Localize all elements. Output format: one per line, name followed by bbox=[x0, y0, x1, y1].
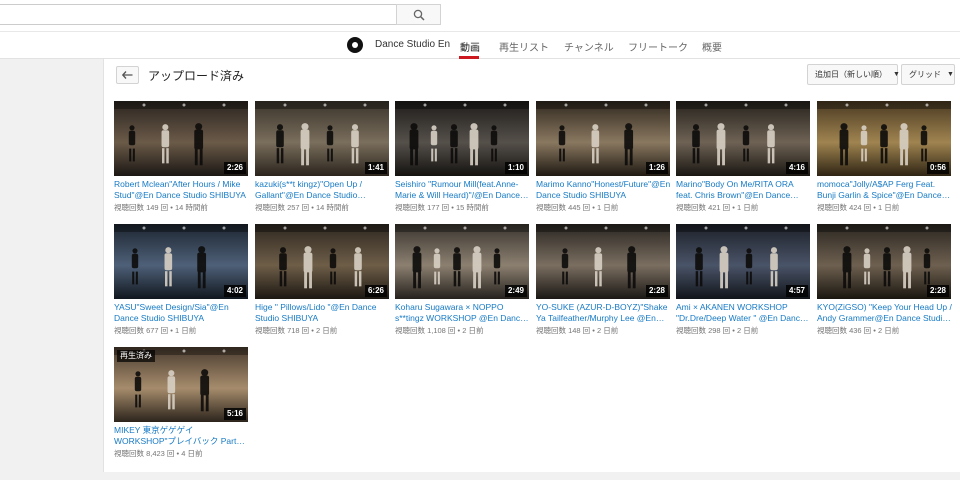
view-dropdown-label: グリッド bbox=[909, 70, 941, 79]
search-input[interactable] bbox=[0, 4, 397, 25]
video-card[interactable]: 4:16 Marino"Body On Me/RITA ORA feat. Chr… bbox=[676, 101, 812, 221]
video-meta: 視聴回数 149 回 • 14 時間前 bbox=[114, 203, 208, 212]
video-card[interactable]: 1:26 Marimo Kanno"Honest/Future"@En Dance… bbox=[536, 101, 672, 221]
video-title[interactable]: Koharu Sugawara × NOPPO s**tingz WORKSHO… bbox=[395, 302, 531, 324]
video-thumbnail[interactable]: 再生済み 5:16 bbox=[114, 347, 248, 422]
top-bar bbox=[0, 0, 960, 31]
video-duration: 2:28 bbox=[926, 285, 949, 297]
video-thumbnail[interactable]: 1:10 bbox=[395, 101, 529, 176]
video-meta: 視聴回数 421 回 • 1 日前 bbox=[676, 203, 759, 212]
video-title[interactable]: YASU"Sweet Design/Sia"@En Dance Studio S… bbox=[114, 302, 250, 324]
video-card[interactable]: 2:28 KYO(ZiGSO) "Keep Your Head Up / Andy… bbox=[817, 224, 953, 344]
caret-down-icon: ▼ bbox=[947, 71, 954, 78]
video-title[interactable]: kazuki(s**t kingz)"Open Up / Gallant"@En… bbox=[255, 179, 391, 201]
video-duration: 6:26 bbox=[364, 285, 387, 297]
tab-discussion[interactable]: フリートーク bbox=[628, 39, 688, 54]
video-card[interactable]: 再生済み 5:16 MIKEY 東京ゲゲゲイ WORKSHOP"プレイバック Par… bbox=[114, 347, 250, 467]
video-thumbnail[interactable]: 2:26 bbox=[114, 101, 248, 176]
video-meta: 視聴回数 177 回 • 15 時間前 bbox=[395, 203, 489, 212]
video-duration: 4:57 bbox=[785, 285, 808, 297]
channel-name[interactable]: Dance Studio En bbox=[375, 39, 450, 50]
video-card[interactable]: 1:41 kazuki(s**t kingz)"Open Up / Gallant… bbox=[255, 101, 391, 221]
video-meta: 視聴回数 718 回 • 2 日前 bbox=[255, 326, 338, 335]
video-card[interactable]: 2:49 Koharu Sugawara × NOPPO s**tingz WOR… bbox=[395, 224, 531, 344]
video-duration: 1:41 bbox=[364, 162, 387, 174]
video-card[interactable]: 2:28 YO-SUKE (AZUR-D-BOYZ)"Shake Ya Tailf… bbox=[536, 224, 672, 344]
video-duration: 4:16 bbox=[785, 162, 808, 174]
video-thumbnail[interactable]: 1:41 bbox=[255, 101, 389, 176]
video-title[interactable]: Marimo Kanno"Honest/Future"@En Dance Stu… bbox=[536, 179, 672, 201]
video-title[interactable]: Seishiro "Rumour Mill(feat.Anne-Marie & … bbox=[395, 179, 531, 201]
view-dropdown[interactable]: グリッド ▼ bbox=[901, 64, 955, 85]
video-title[interactable]: Robert Mclean"After Hours / Mike Stud"@E… bbox=[114, 179, 250, 201]
search-button[interactable] bbox=[396, 4, 441, 25]
video-card[interactable]: 2:26 Robert Mclean"After Hours / Mike Stu… bbox=[114, 101, 250, 221]
video-thumbnail[interactable]: 4:02 bbox=[114, 224, 248, 299]
back-arrow-icon bbox=[122, 71, 133, 79]
video-thumbnail[interactable]: 6:26 bbox=[255, 224, 389, 299]
back-button[interactable] bbox=[116, 66, 139, 84]
video-card[interactable]: 1:10 Seishiro "Rumour Mill(feat.Anne-Mari… bbox=[395, 101, 531, 221]
video-duration: 2:28 bbox=[645, 285, 668, 297]
section-title: アップロード済み bbox=[148, 69, 245, 83]
video-thumbnail[interactable]: 0:56 bbox=[817, 101, 951, 176]
video-duration: 1:26 bbox=[645, 162, 668, 174]
channel-avatar-icon[interactable] bbox=[347, 37, 363, 53]
video-thumbnail[interactable]: 2:28 bbox=[536, 224, 670, 299]
video-title[interactable]: Marino"Body On Me/RITA ORA feat. Chris B… bbox=[676, 179, 812, 201]
video-card[interactable]: 0:56 momoca"Jolly/A$AP Ferg Feat. Bunji G… bbox=[817, 101, 953, 221]
sort-dropdown[interactable]: 追加日（新しい順） ▼ bbox=[807, 64, 900, 85]
video-title[interactable]: Ami × AKANEN WORKSHOP "Dr.Dre/Deep Water… bbox=[676, 302, 812, 324]
video-meta: 視聴回数 257 回 • 14 時間前 bbox=[255, 203, 349, 212]
video-meta: 視聴回数 148 回 • 2 日前 bbox=[536, 326, 619, 335]
video-meta: 視聴回数 298 回 • 2 日前 bbox=[676, 326, 759, 335]
uploads-panel: アップロード済み 追加日（新しい順） ▼ グリッド ▼ 2:26 Robert M… bbox=[103, 59, 960, 472]
search-icon bbox=[413, 9, 425, 21]
video-duration: 1:10 bbox=[504, 162, 527, 174]
video-thumbnail[interactable]: 4:57 bbox=[676, 224, 810, 299]
video-meta: 視聴回数 8,423 回 • 4 日前 bbox=[114, 449, 203, 458]
video-meta: 視聴回数 445 回 • 1 日前 bbox=[536, 203, 619, 212]
channel-nav: Dance Studio En 動画 再生リスト チャンネル フリートーク 概要 bbox=[0, 31, 960, 59]
video-thumbnail[interactable]: 4:16 bbox=[676, 101, 810, 176]
video-meta: 視聴回数 424 回 • 1 日前 bbox=[817, 203, 900, 212]
caret-down-icon: ▼ bbox=[893, 71, 900, 78]
video-title[interactable]: KYO(ZiGSO) "Keep Your Head Up / Andy Gra… bbox=[817, 302, 953, 324]
video-meta: 視聴回数 1,108 回 • 2 日前 bbox=[395, 326, 484, 335]
sort-dropdown-label: 追加日（新しい順） bbox=[815, 70, 887, 79]
video-thumbnail[interactable]: 2:49 bbox=[395, 224, 529, 299]
video-thumbnail[interactable]: 1:26 bbox=[536, 101, 670, 176]
video-thumbnail[interactable]: 2:28 bbox=[817, 224, 951, 299]
video-meta: 視聴回数 677 回 • 1 日前 bbox=[114, 326, 197, 335]
video-meta: 視聴回数 436 回 • 2 日前 bbox=[817, 326, 900, 335]
video-duration: 5:16 bbox=[223, 408, 246, 420]
video-duration: 4:02 bbox=[223, 285, 246, 297]
video-card[interactable]: 4:02 YASU"Sweet Design/Sia"@En Dance Stud… bbox=[114, 224, 250, 344]
tab-playlists[interactable]: 再生リスト bbox=[499, 39, 549, 54]
video-title[interactable]: YO-SUKE (AZUR-D-BOYZ)"Shake Ya Tailfeath… bbox=[536, 302, 672, 324]
video-duration: 0:56 bbox=[926, 162, 949, 174]
video-title[interactable]: MIKEY 東京ゲゲゲイ WORKSHOP"プレイバック Part 2"@En … bbox=[114, 425, 250, 447]
video-title[interactable]: Hige " Pillows/Lido "@En Dance Studio SH… bbox=[255, 302, 391, 324]
tab-videos[interactable]: 動画 bbox=[460, 39, 480, 54]
video-duration: 2:26 bbox=[223, 162, 246, 174]
video-card[interactable]: 4:57 Ami × AKANEN WORKSHOP "Dr.Dre/Deep W… bbox=[676, 224, 812, 344]
tab-about[interactable]: 概要 bbox=[702, 39, 722, 54]
watched-badge: 再生済み bbox=[117, 350, 155, 362]
video-card[interactable]: 6:26 Hige " Pillows/Lido "@En Dance Studi… bbox=[255, 224, 391, 344]
video-title[interactable]: momoca"Jolly/A$AP Ferg Feat. Bunji Garli… bbox=[817, 179, 953, 201]
tab-channels[interactable]: チャンネル bbox=[564, 39, 614, 54]
video-duration: 2:49 bbox=[504, 285, 527, 297]
